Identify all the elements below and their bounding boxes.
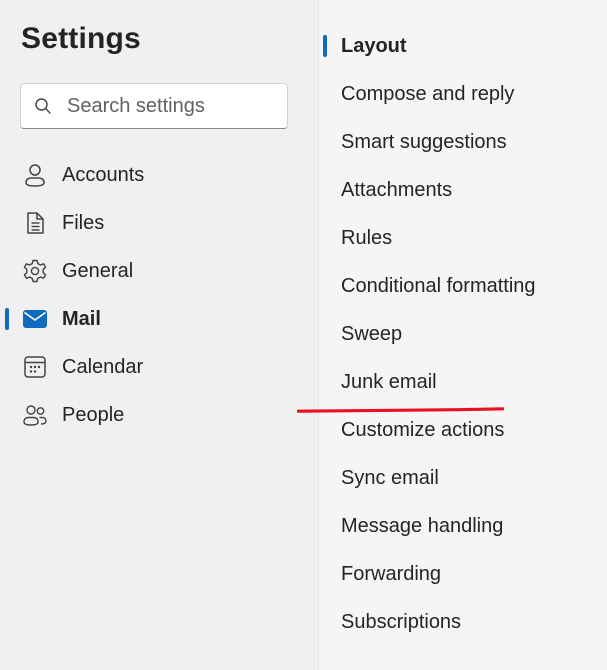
mail-setting-conditional-formatting[interactable]: Conditional formatting: [319, 262, 607, 310]
mail-setting-label: Sweep: [341, 322, 403, 345]
mail-setting-label: Rules: [341, 226, 393, 249]
mail-setting-message-handling[interactable]: Message handling: [319, 502, 607, 550]
nav-item-label: Accounts: [62, 163, 145, 186]
mail-setting-sync-email[interactable]: Sync email: [319, 454, 607, 502]
selection-indicator: [5, 308, 9, 330]
mail-setting-label: Compose and reply: [341, 82, 515, 105]
search-box[interactable]: [20, 83, 288, 129]
nav-item-label: People: [62, 403, 125, 426]
mail-setting-layout[interactable]: Layout: [319, 22, 607, 70]
nav-item-label: Files: [62, 211, 105, 234]
mail-setting-forwarding[interactable]: Forwarding: [319, 550, 607, 598]
search-icon: [34, 97, 52, 115]
mail-setting-customize-actions[interactable]: Customize actions: [319, 406, 607, 454]
mail-setting-label: Customize actions: [341, 418, 505, 441]
gear-icon: [22, 258, 48, 284]
mail-setting-label: Forwarding: [341, 562, 442, 585]
mail-setting-label: Smart suggestions: [341, 130, 507, 153]
nav-item-label: General: [62, 259, 134, 282]
nav-item-label: Mail: [62, 307, 101, 330]
mail-setting-compose-and-reply[interactable]: Compose and reply: [319, 70, 607, 118]
mail-setting-rules[interactable]: Rules: [319, 214, 607, 262]
mail-setting-label: Attachments: [341, 178, 453, 201]
nav-item-general[interactable]: General: [0, 247, 318, 295]
calendar-icon: [22, 354, 48, 380]
mail-setting-smart-suggestions[interactable]: Smart suggestions: [319, 118, 607, 166]
mail-setting-label: Layout: [341, 34, 407, 57]
search-input[interactable]: [65, 93, 269, 119]
mail-setting-attachments[interactable]: Attachments: [319, 166, 607, 214]
mail-setting-label: Conditional formatting: [341, 274, 536, 297]
mail-setting-label: Subscriptions: [341, 610, 462, 633]
mail-icon: [22, 306, 48, 332]
people-icon: [22, 402, 48, 428]
nav-item-label: Calendar: [62, 355, 144, 378]
nav-item-accounts[interactable]: Accounts: [0, 151, 318, 199]
nav-item-mail[interactable]: Mail: [0, 295, 318, 343]
mail-settings-list: Layout Compose and reply Smart suggestio…: [319, 22, 607, 646]
selection-indicator: [323, 35, 327, 57]
mail-setting-label: Junk email: [341, 370, 437, 393]
nav-item-people[interactable]: People: [0, 391, 318, 439]
settings-sidebar: Settings Accounts: [0, 0, 318, 670]
person-icon: [22, 162, 48, 188]
mail-setting-label: Message handling: [341, 514, 504, 537]
page-title: Settings: [21, 22, 141, 55]
nav-item-files[interactable]: Files: [0, 199, 318, 247]
mail-setting-subscriptions[interactable]: Subscriptions: [319, 598, 607, 646]
mail-setting-sweep[interactable]: Sweep: [319, 310, 607, 358]
mail-settings-pane: Layout Compose and reply Smart suggestio…: [319, 0, 607, 670]
document-icon: [22, 210, 48, 236]
settings-nav: Accounts Files General Mail Calendar Peo…: [0, 151, 318, 439]
mail-setting-label: Sync email: [341, 466, 439, 489]
mail-setting-junk-email[interactable]: Junk email: [319, 358, 607, 406]
nav-item-calendar[interactable]: Calendar: [0, 343, 318, 391]
settings-window: Settings Accounts: [0, 0, 607, 670]
